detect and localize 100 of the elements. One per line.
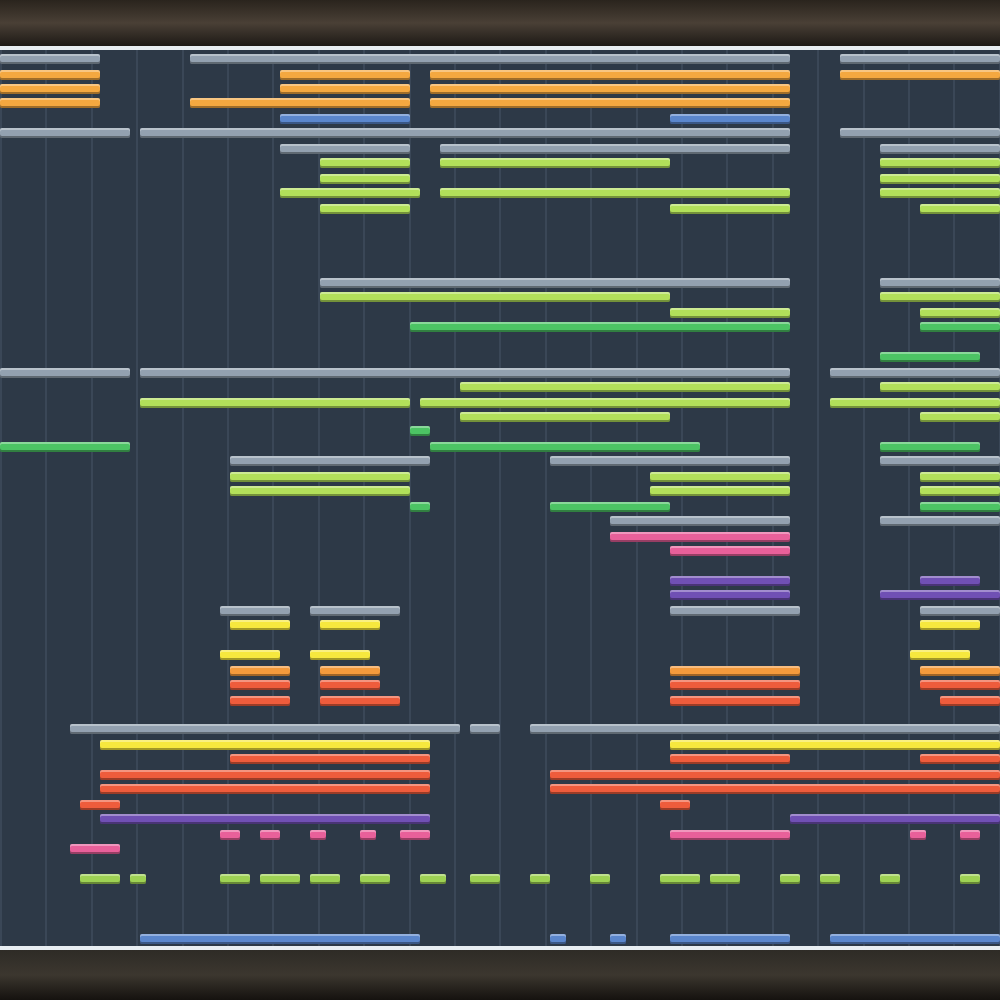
pattern-clip[interactable]: [190, 98, 410, 109]
pattern-clip[interactable]: [80, 799, 120, 810]
pattern-clip[interactable]: [550, 501, 670, 512]
pattern-clip[interactable]: [0, 98, 100, 109]
pattern-clip[interactable]: [470, 874, 500, 884]
pattern-clip[interactable]: [320, 620, 380, 631]
pattern-clip[interactable]: [430, 441, 700, 452]
pattern-clip[interactable]: [140, 367, 790, 378]
pattern-clip[interactable]: [840, 128, 1000, 139]
pattern-clip[interactable]: [670, 680, 800, 691]
pattern-clip[interactable]: [0, 367, 130, 378]
pattern-clip[interactable]: [360, 874, 390, 884]
pattern-clip[interactable]: [710, 874, 740, 884]
pattern-clip[interactable]: [310, 605, 400, 616]
pattern-clip[interactable]: [940, 695, 1000, 706]
pattern-clip[interactable]: [320, 158, 410, 169]
pattern-clip[interactable]: [410, 322, 790, 333]
pattern-clip[interactable]: [310, 829, 325, 840]
pattern-clip[interactable]: [920, 575, 980, 586]
pattern-clip[interactable]: [670, 113, 790, 124]
pattern-clip[interactable]: [550, 784, 1000, 795]
pattern-clip[interactable]: [280, 69, 410, 80]
pattern-clip[interactable]: [320, 665, 380, 676]
pattern-clip[interactable]: [610, 531, 790, 542]
pattern-clip[interactable]: [440, 143, 790, 154]
pattern-clip[interactable]: [140, 933, 420, 944]
pattern-clip[interactable]: [430, 69, 790, 80]
pattern-clip[interactable]: [220, 874, 250, 884]
pattern-clip[interactable]: [840, 69, 1000, 80]
pattern-clip[interactable]: [320, 695, 400, 706]
pattern-clip[interactable]: [880, 590, 1000, 601]
pattern-clip[interactable]: [320, 203, 410, 214]
pattern-clip[interactable]: [230, 486, 410, 497]
pattern-clip[interactable]: [670, 933, 790, 944]
pattern-clip[interactable]: [920, 322, 1000, 333]
pattern-clip[interactable]: [410, 426, 430, 437]
pattern-clip[interactable]: [100, 814, 430, 825]
pattern-clip[interactable]: [440, 158, 670, 169]
pattern-clip[interactable]: [550, 456, 790, 467]
pattern-clip[interactable]: [230, 754, 430, 765]
pattern-clip[interactable]: [660, 874, 700, 884]
pattern-clip[interactable]: [230, 456, 430, 467]
pattern-clip[interactable]: [430, 83, 790, 94]
pattern-clip[interactable]: [920, 501, 1000, 512]
pattern-clip[interactable]: [430, 98, 790, 109]
pattern-clip[interactable]: [80, 874, 120, 884]
pattern-clip[interactable]: [670, 575, 790, 586]
pattern-clip[interactable]: [320, 277, 790, 288]
pattern-clip[interactable]: [880, 352, 980, 363]
pattern-clip[interactable]: [70, 844, 120, 855]
pattern-clip[interactable]: [310, 650, 370, 661]
pattern-clip[interactable]: [550, 933, 565, 944]
pattern-clip[interactable]: [400, 829, 430, 840]
pattern-clip[interactable]: [920, 411, 1000, 422]
pattern-clip[interactable]: [880, 516, 1000, 527]
pattern-clip[interactable]: [220, 829, 240, 840]
pattern-clip[interactable]: [880, 382, 1000, 393]
pattern-clip[interactable]: [790, 814, 1000, 825]
pattern-clip[interactable]: [360, 829, 375, 840]
pattern-clip[interactable]: [100, 784, 430, 795]
pattern-clip[interactable]: [840, 54, 1000, 65]
pattern-clip[interactable]: [0, 69, 100, 80]
pattern-clip[interactable]: [320, 292, 670, 303]
pattern-clip[interactable]: [920, 680, 1000, 691]
pattern-clip[interactable]: [460, 411, 670, 422]
pattern-clip[interactable]: [880, 188, 1000, 199]
pattern-clip[interactable]: [0, 441, 130, 452]
pattern-clip[interactable]: [880, 441, 980, 452]
pattern-clip[interactable]: [470, 724, 500, 735]
pattern-clip[interactable]: [820, 874, 840, 884]
pattern-clip[interactable]: [100, 769, 430, 780]
pattern-clip[interactable]: [670, 307, 790, 318]
pattern-clip[interactable]: [920, 203, 1000, 214]
pattern-clip[interactable]: [880, 143, 1000, 154]
pattern-clip[interactable]: [550, 769, 1000, 780]
pattern-clip[interactable]: [460, 382, 790, 393]
pattern-clip[interactable]: [530, 874, 550, 884]
pattern-clip[interactable]: [670, 203, 790, 214]
pattern-clip[interactable]: [650, 471, 790, 482]
pattern-clip[interactable]: [260, 829, 280, 840]
pattern-clip[interactable]: [880, 173, 1000, 184]
pattern-clip[interactable]: [230, 471, 410, 482]
pattern-clip[interactable]: [230, 620, 290, 631]
pattern-clip[interactable]: [230, 680, 290, 691]
pattern-clip[interactable]: [610, 516, 790, 527]
pattern-clip[interactable]: [830, 397, 1000, 407]
pattern-clip[interactable]: [650, 486, 790, 497]
pattern-clip[interactable]: [140, 128, 790, 139]
pattern-clip[interactable]: [670, 739, 1000, 750]
pattern-clip[interactable]: [670, 546, 790, 557]
pattern-clip[interactable]: [610, 933, 625, 944]
pattern-clip[interactable]: [670, 590, 790, 601]
pattern-clip[interactable]: [920, 486, 1000, 497]
pattern-clip[interactable]: [280, 113, 410, 124]
pattern-clip[interactable]: [920, 605, 1000, 616]
pattern-clip[interactable]: [880, 456, 1000, 467]
pattern-clip[interactable]: [830, 933, 1000, 944]
pattern-clip[interactable]: [420, 397, 790, 407]
pattern-clip[interactable]: [960, 829, 980, 840]
pattern-clip[interactable]: [230, 665, 290, 676]
